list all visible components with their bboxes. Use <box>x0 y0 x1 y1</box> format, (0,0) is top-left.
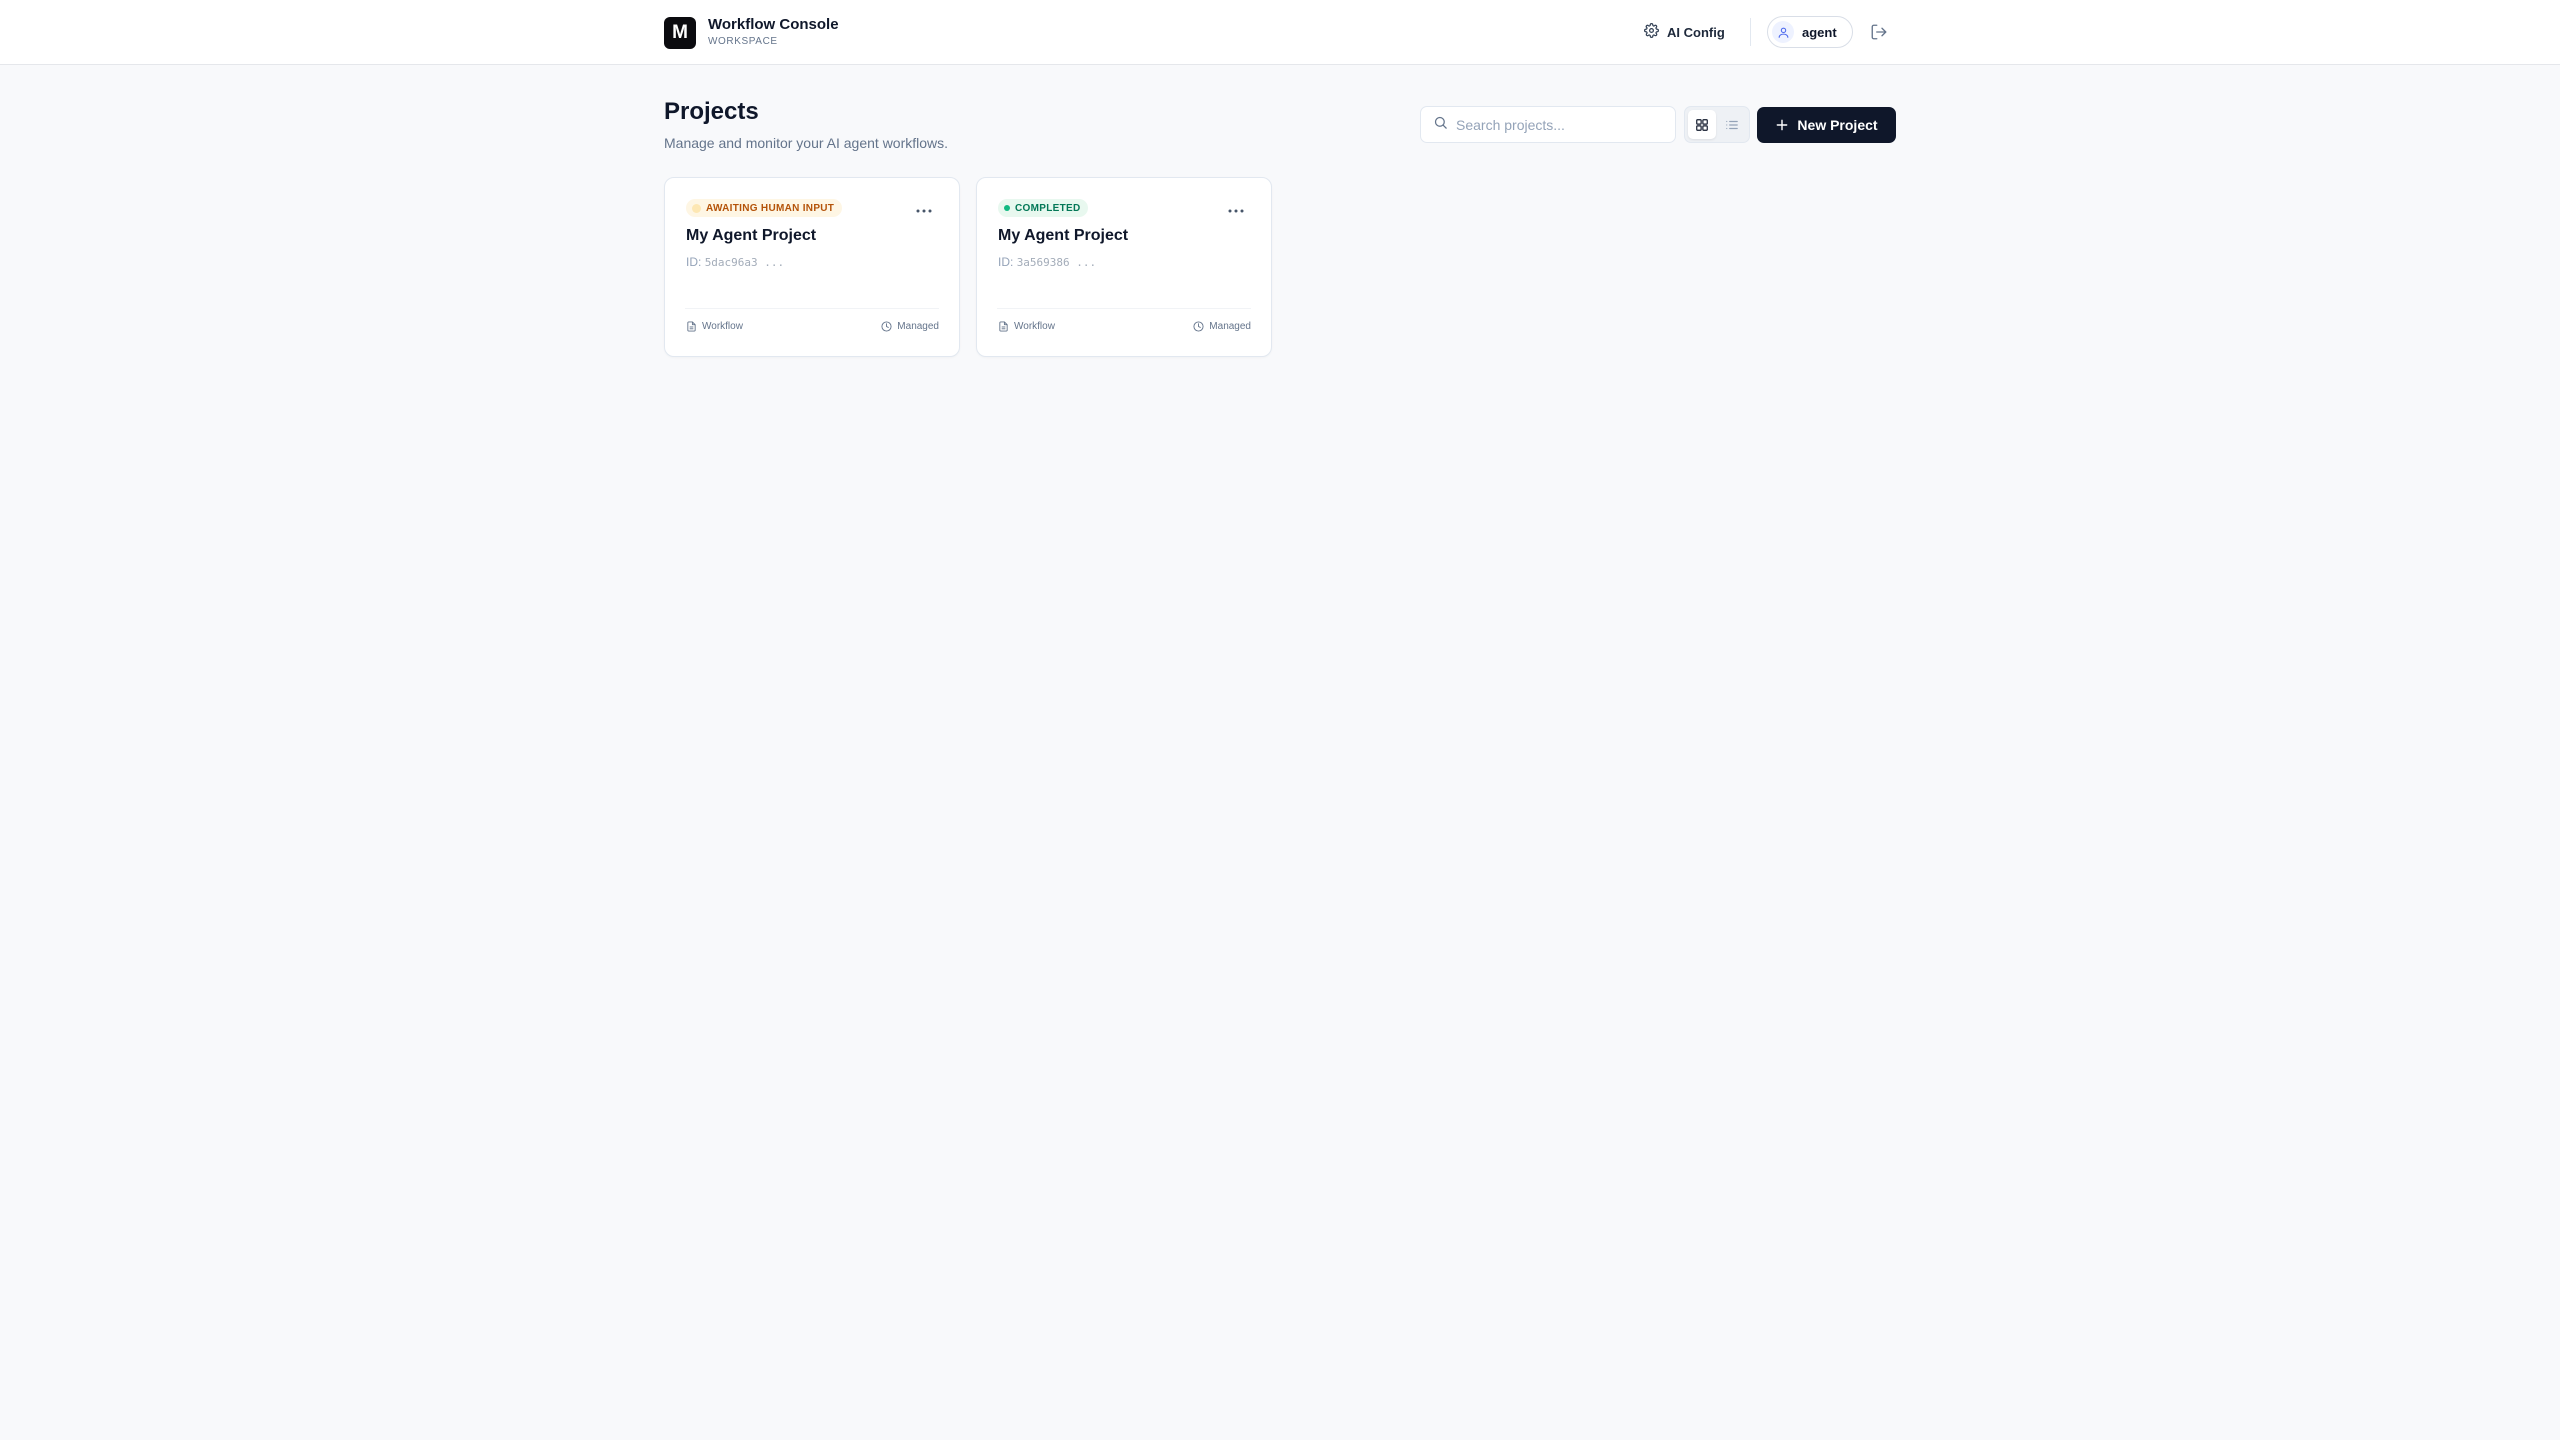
project-mode: Managed <box>1193 321 1251 332</box>
clock-icon <box>881 321 892 332</box>
project-id-value: 5dac96a3 ... <box>704 256 785 269</box>
gear-icon <box>1644 23 1659 41</box>
user-menu-button[interactable]: agent <box>1767 16 1853 48</box>
project-name: My Agent Project <box>998 227 1129 244</box>
top-navbar: M Workflow Console WORKSPACE AI Config a… <box>0 0 2560 65</box>
grid-icon <box>1696 118 1708 131</box>
user-name: agent <box>1802 24 1837 40</box>
list-icon <box>1726 120 1738 129</box>
file-icon <box>687 321 696 332</box>
list-view-button[interactable] <box>1718 110 1746 139</box>
project-id-label: ID: <box>998 255 1014 269</box>
project-type: Workflow <box>998 321 1055 332</box>
project-card[interactable]: AWAITING HUMAN INPUT My Agent Project ID… <box>664 177 960 357</box>
logout-icon[interactable] <box>1870 23 1888 41</box>
nav-actions: AI Config agent <box>0 14 2560 50</box>
project-name: My Agent Project <box>686 227 817 244</box>
grid-view-button[interactable] <box>1688 110 1716 139</box>
more-horizontal-icon[interactable] <box>915 208 933 214</box>
status-badge: COMPLETED <box>998 199 1089 217</box>
project-type: Workflow <box>686 321 743 332</box>
project-id: ID: 3a569386 ... <box>998 255 1096 269</box>
status-dot <box>1004 205 1010 211</box>
view-toggle <box>1684 106 1750 143</box>
project-mode-label: Managed <box>1209 321 1251 332</box>
status-dot <box>692 203 701 213</box>
project-mode: Managed <box>881 321 939 332</box>
project-id: ID: 5dac96a3 ... <box>686 255 784 269</box>
plus-icon <box>1777 119 1788 131</box>
ai-config-button[interactable]: AI Config <box>1636 14 1733 50</box>
project-type-label: Workflow <box>1014 321 1055 332</box>
new-project-button[interactable]: New Project <box>1757 107 1896 143</box>
project-type-label: Workflow <box>702 321 743 332</box>
file-icon <box>999 321 1008 332</box>
ai-config-label: AI Config <box>1667 24 1725 40</box>
page-title: Projects <box>664 98 759 125</box>
project-id-value: 3a569386 ... <box>1016 256 1097 269</box>
card-divider <box>685 308 939 309</box>
nav-divider <box>1750 18 1751 46</box>
more-horizontal-icon[interactable] <box>1227 208 1245 214</box>
card-divider <box>997 308 1251 309</box>
search-input[interactable] <box>1456 116 1656 133</box>
status-label: AWAITING HUMAN INPUT <box>706 202 835 214</box>
search-icon <box>1433 115 1448 135</box>
status-label: COMPLETED <box>1015 202 1081 214</box>
search-box[interactable] <box>1420 106 1676 143</box>
clock-icon <box>1193 321 1204 332</box>
page-subtitle: Manage and monitor your AI agent workflo… <box>664 135 949 151</box>
project-card[interactable]: COMPLETED My Agent Project ID: 3a569386 … <box>976 177 1272 357</box>
avatar <box>1772 21 1794 43</box>
status-badge: AWAITING HUMAN INPUT <box>686 199 843 217</box>
new-project-label: New Project <box>1797 117 1878 133</box>
user-icon <box>1778 27 1788 38</box>
project-id-label: ID: <box>686 255 702 269</box>
project-mode-label: Managed <box>897 321 939 332</box>
